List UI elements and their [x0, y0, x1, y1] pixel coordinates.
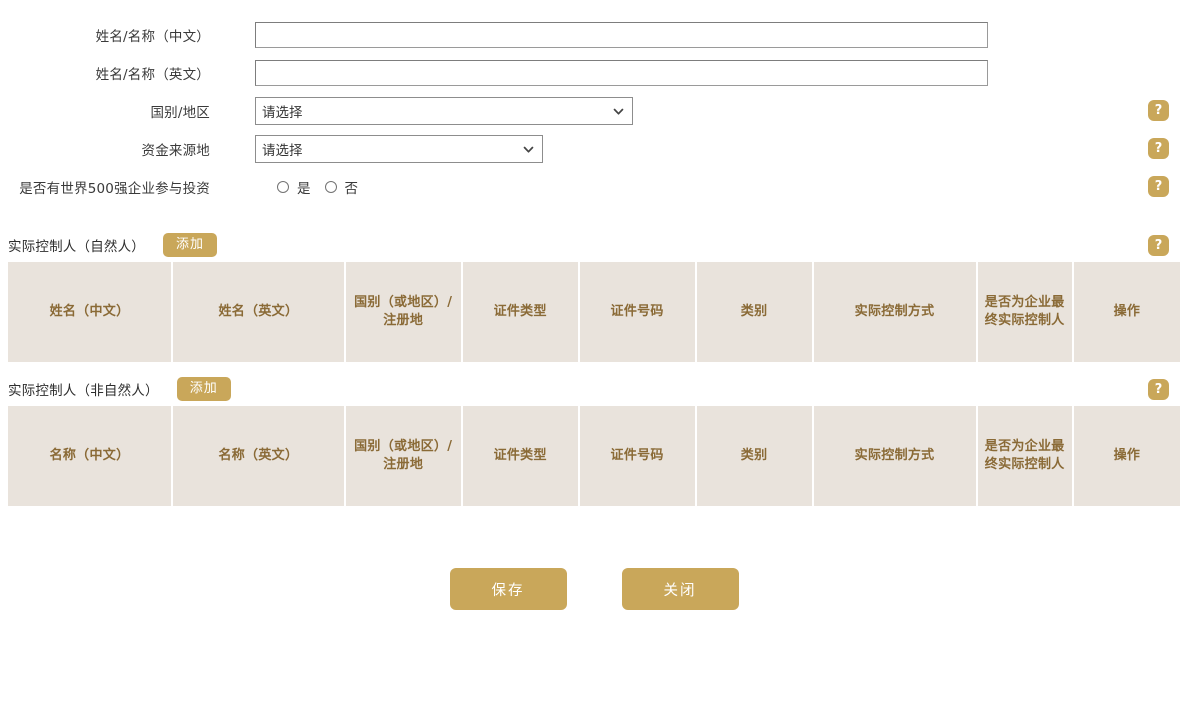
- column-header-id-number: 证件号码: [578, 406, 697, 506]
- save-button[interactable]: 保存: [449, 568, 567, 610]
- table-empty-row: [8, 362, 1180, 368]
- section-title-non-natural: 实际控制人（非自然人）: [8, 383, 159, 399]
- field-fortune500: 是 否: [255, 177, 372, 197]
- country-region-select-value: 请选择: [262, 105, 303, 121]
- column-header-country-registration: 国别（或地区）/注册地: [344, 406, 463, 506]
- form-row-country-region: 国别/地区 请选择 ?: [0, 92, 1188, 130]
- table-empty-cell: [8, 506, 1180, 512]
- table-header-row: 姓名（中文） 姓名（英文） 国别（或地区）/注册地 证件类型 证件号码 类别 实…: [8, 262, 1180, 362]
- label-name-chinese: 姓名/名称（中文）: [95, 29, 210, 45]
- chevron-down-icon: [522, 143, 535, 156]
- column-header-name-chinese: 姓名（中文）: [8, 262, 173, 362]
- column-header-category: 类别: [695, 262, 814, 362]
- column-header-name-chinese: 名称（中文）: [8, 406, 173, 506]
- section-head-natural: 实际控制人（自然人） 添加: [0, 228, 1188, 262]
- fortune500-radio-no[interactable]: 否: [324, 177, 359, 197]
- column-header-operation: 操作: [1072, 406, 1180, 506]
- column-header-control-method: 实际控制方式: [812, 262, 978, 362]
- help-icon-natural-section[interactable]: ?: [1148, 235, 1169, 256]
- table-header-row: 名称（中文） 名称（英文） 国别（或地区）/注册地 证件类型 证件号码 类别 实…: [8, 406, 1180, 506]
- column-header-is-ultimate-controller: 是否为企业最终实际控制人: [976, 262, 1074, 362]
- form-area: 姓名/名称（中文） 姓名/名称（英文） 国别/地区 请选择 ? 资金来源地 请选…: [0, 0, 1188, 206]
- column-header-control-method: 实际控制方式: [812, 406, 978, 506]
- fortune500-radio-group: 是 否: [277, 177, 372, 197]
- field-name-english: [255, 60, 988, 86]
- form-row-name-english: 姓名/名称（英文）: [0, 54, 1188, 92]
- section-actual-controller-natural: 实际控制人（自然人） 添加 ? 姓名（中文） 姓名（英文） 国别（或地区）/注册…: [0, 228, 1188, 368]
- help-icon-non-natural-section[interactable]: ?: [1148, 379, 1169, 400]
- column-header-country-registration: 国别（或地区）/注册地: [344, 262, 463, 362]
- fund-source-select-value: 请选择: [262, 143, 303, 159]
- radio-circle-icon: [277, 181, 289, 193]
- name-english-input[interactable]: [255, 60, 988, 86]
- column-header-id-number: 证件号码: [578, 262, 697, 362]
- field-fund-source: 请选择: [255, 135, 543, 163]
- column-header-name-english: 姓名（英文）: [171, 262, 346, 362]
- help-icon-fortune500[interactable]: ?: [1148, 176, 1169, 197]
- column-header-category: 类别: [695, 406, 814, 506]
- column-header-id-type: 证件类型: [461, 262, 580, 362]
- help-icon-fund-source[interactable]: ?: [1148, 138, 1169, 159]
- column-header-name-english: 名称（英文）: [171, 406, 346, 506]
- footer-actions: 保存 关闭: [0, 568, 1188, 610]
- column-header-id-type: 证件类型: [461, 406, 580, 506]
- fund-source-select[interactable]: 请选择: [255, 135, 543, 163]
- label-name-english: 姓名/名称（英文）: [95, 67, 210, 83]
- column-header-operation: 操作: [1072, 262, 1180, 362]
- form-row-name-chinese: 姓名/名称（中文）: [0, 16, 1188, 54]
- name-chinese-input[interactable]: [255, 22, 988, 48]
- help-icon-country-region[interactable]: ?: [1148, 100, 1169, 121]
- section-head-non-natural: 实际控制人（非自然人） 添加: [0, 372, 1188, 406]
- add-natural-controller-button[interactable]: 添加: [163, 233, 218, 257]
- chevron-down-icon: [612, 105, 625, 118]
- form-row-fund-source: 资金来源地 请选择 ?: [0, 130, 1188, 168]
- field-name-chinese: [255, 22, 988, 48]
- section-actual-controller-non-natural: 实际控制人（非自然人） 添加 ? 名称（中文） 名称（英文） 国别（或地区）/注…: [0, 372, 1188, 512]
- fortune500-radio-yes[interactable]: 是: [277, 177, 311, 197]
- add-non-natural-controller-button[interactable]: 添加: [176, 377, 231, 401]
- radio-circle-icon: [324, 181, 337, 193]
- form-row-fortune500: 是否有世界500强企业参与投资 是 否 ?: [0, 168, 1188, 206]
- label-fortune500: 是否有世界500强企业参与投资: [19, 181, 210, 197]
- table-empty-cell: [8, 362, 1180, 368]
- non-natural-controller-table: 名称（中文） 名称（英文） 国别（或地区）/注册地 证件类型 证件号码 类别 实…: [8, 406, 1180, 512]
- section-title-natural: 实际控制人（自然人）: [8, 239, 145, 255]
- natural-controller-table: 姓名（中文） 姓名（英文） 国别（或地区）/注册地 证件类型 证件号码 类别 实…: [8, 262, 1180, 368]
- label-fund-source: 资金来源地: [141, 143, 210, 159]
- table-empty-row: [8, 506, 1180, 512]
- label-country-region: 国别/地区: [150, 105, 210, 121]
- country-region-select[interactable]: 请选择: [255, 97, 633, 125]
- fortune500-radio-no-label: 否: [344, 181, 359, 197]
- close-button[interactable]: 关闭: [621, 568, 739, 610]
- fortune500-radio-yes-label: 是: [297, 181, 311, 197]
- column-header-is-ultimate-controller: 是否为企业最终实际控制人: [976, 406, 1074, 506]
- field-country-region: 请选择: [255, 97, 633, 125]
